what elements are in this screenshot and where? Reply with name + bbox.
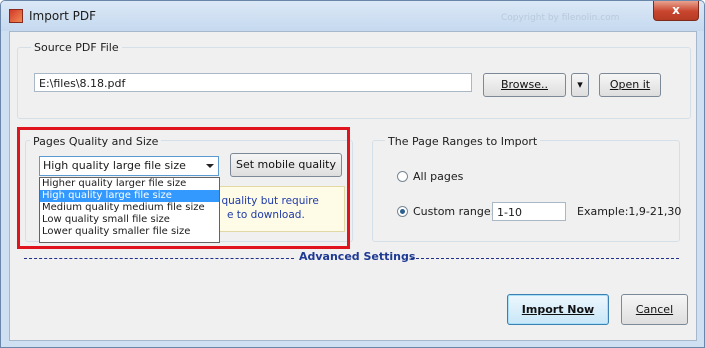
cancel-button[interactable]: Cancel (621, 294, 688, 325)
import-now-label: Import Now (521, 303, 595, 316)
window-title: Import PDF (29, 9, 97, 23)
range-example-text: Example:1,9-21,30 (577, 205, 682, 218)
highlight-box (17, 127, 350, 249)
app-icon (9, 9, 23, 23)
browse-button[interactable]: Browse.. (483, 73, 566, 97)
close-icon: x (672, 3, 680, 17)
browse-button-label: Browse.. (500, 78, 549, 91)
advanced-settings-toggle[interactable]: Advanced Settings (299, 250, 415, 263)
advanced-divider-left (24, 258, 294, 259)
custom-range-label[interactable]: Custom range: (413, 205, 494, 218)
custom-range-value: 1-10 (497, 206, 522, 219)
title-bar[interactable]: Import PDF Copyright by filenolin.com x (1, 1, 704, 31)
browse-dropdown-button[interactable]: ▾ (571, 73, 589, 97)
all-pages-label[interactable]: All pages (413, 170, 463, 183)
import-now-button[interactable]: Import Now (507, 294, 609, 325)
watermark-text: Copyright by filenolin.com (501, 13, 620, 23)
chevron-down-icon: ▾ (577, 78, 583, 91)
import-pdf-window: Import PDF Copyright by filenolin.com x … (0, 0, 705, 348)
all-pages-radio[interactable] (397, 171, 408, 182)
cancel-label: Cancel (635, 303, 674, 316)
page-ranges-group (372, 140, 680, 242)
custom-range-input[interactable]: 1-10 (492, 202, 566, 221)
source-pdf-label: Source PDF File (31, 41, 122, 54)
custom-range-radio[interactable] (397, 206, 408, 217)
close-button[interactable]: x (653, 1, 699, 21)
page-ranges-label: The Page Ranges to Import (385, 135, 541, 148)
open-it-button-label: Open it (609, 78, 651, 91)
open-it-button[interactable]: Open it (599, 73, 661, 97)
source-path-value: E:\files\8.18.pdf (39, 77, 126, 90)
advanced-divider-right (411, 258, 679, 259)
source-path-field[interactable]: E:\files\8.18.pdf (34, 73, 472, 92)
